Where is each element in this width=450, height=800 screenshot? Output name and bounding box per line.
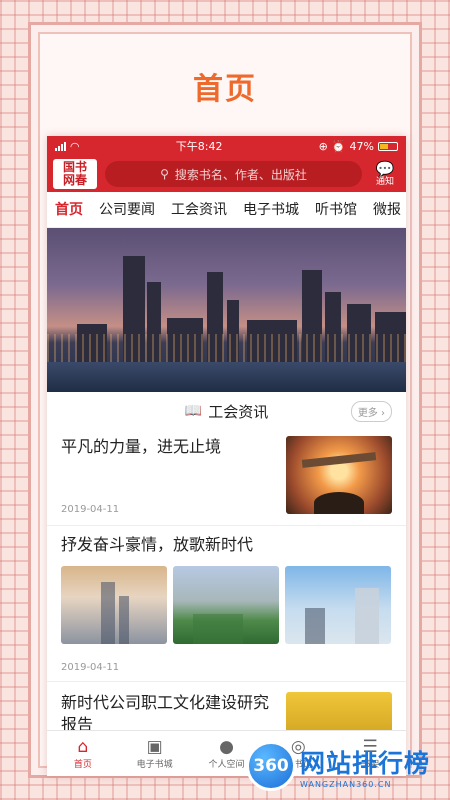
tab-union-news[interactable]: 工会资讯 — [163, 192, 235, 227]
app-header: ◠ 下午8:42 ⊕ ⏰ 47% 国书 网春 ⚲ 搜索书名、作者、出版社 💬 通… — [47, 136, 406, 192]
watermark-logo: 360 网站排行榜 WANGZHAN360.CN — [246, 738, 446, 794]
tab-micro-news[interactable]: 微报 — [365, 192, 406, 227]
watermark-badge: 360 — [246, 741, 296, 791]
news-thumbnail — [286, 436, 392, 514]
signal-icon — [55, 141, 66, 151]
battery-percent: 47% — [349, 139, 374, 153]
watermark-en: WANGZHAN360.CN — [300, 779, 392, 789]
news-date: 2019-04-11 — [61, 504, 120, 515]
nav-ebook-store[interactable]: ▣ 电子书城 — [120, 737, 190, 770]
battery-icon — [378, 141, 398, 151]
more-button[interactable]: 更多 › — [350, 401, 392, 422]
notify-label: 通知 — [375, 176, 394, 187]
news-thumbnail — [61, 566, 167, 644]
app-logo[interactable]: 国书 网春 — [53, 159, 97, 189]
phone-screen: ◠ 下午8:42 ⊕ ⏰ 47% 国书 网春 ⚲ 搜索书名、作者、出版社 💬 通… — [47, 136, 406, 776]
page-title: 首页 — [193, 72, 257, 107]
tab-company-news[interactable]: 公司要闻 — [91, 192, 163, 227]
news-thumbnail — [285, 566, 391, 644]
lock-rotation-icon: ⊕ — [318, 139, 328, 153]
section-header: 📖 工会资讯 更多 › — [47, 392, 406, 430]
logo-line2: 网春 — [62, 173, 87, 187]
notify-button[interactable]: 💬 通知 — [370, 161, 400, 188]
news-item[interactable]: 抒发奋斗豪情，放歌新时代 2019-04-11 — [47, 526, 406, 682]
banner-carousel[interactable] — [47, 228, 406, 392]
news-thumbnail — [173, 566, 279, 644]
search-icon: ⚲ — [160, 167, 169, 181]
search-input[interactable]: ⚲ 搜索书名、作者、出版社 — [105, 161, 362, 187]
home-icon: ⌂ — [77, 737, 89, 757]
alarm-icon: ⏰ — [331, 139, 346, 153]
nav-home[interactable]: ⌂ 首页 — [48, 737, 118, 770]
news-title: 平凡的力量，进无止境 — [61, 437, 222, 456]
news-item[interactable]: 平凡的力量，进无止境 2019-04-11 — [47, 430, 406, 526]
tab-audiobook[interactable]: 听书馆 — [307, 192, 365, 227]
wifi-icon: ◠ — [70, 139, 80, 153]
tab-ebook-store[interactable]: 电子书城 — [235, 192, 307, 227]
section-title: 工会资讯 — [208, 402, 269, 421]
news-date: 2019-04-11 — [61, 662, 120, 673]
search-placeholder: 搜索书名、作者、出版社 — [174, 167, 307, 182]
tab-home[interactable]: 首页 — [47, 192, 91, 227]
category-tabs: 首页 公司要闻 工会资讯 电子书城 听书馆 微报 — [47, 192, 406, 228]
ebook-icon: ▣ — [146, 737, 163, 757]
watermark-cn: 网站排行榜 — [300, 748, 431, 778]
chat-bubble-icon: 💬 — [375, 159, 395, 178]
news-title: 抒发奋斗豪情，放歌新时代 — [61, 535, 254, 554]
user-icon: ● — [219, 737, 234, 757]
status-bar: ◠ 下午8:42 ⊕ ⏰ 47% — [47, 136, 406, 156]
book-icon: 📖 — [184, 403, 203, 419]
status-time: 下午8:42 — [175, 140, 223, 153]
